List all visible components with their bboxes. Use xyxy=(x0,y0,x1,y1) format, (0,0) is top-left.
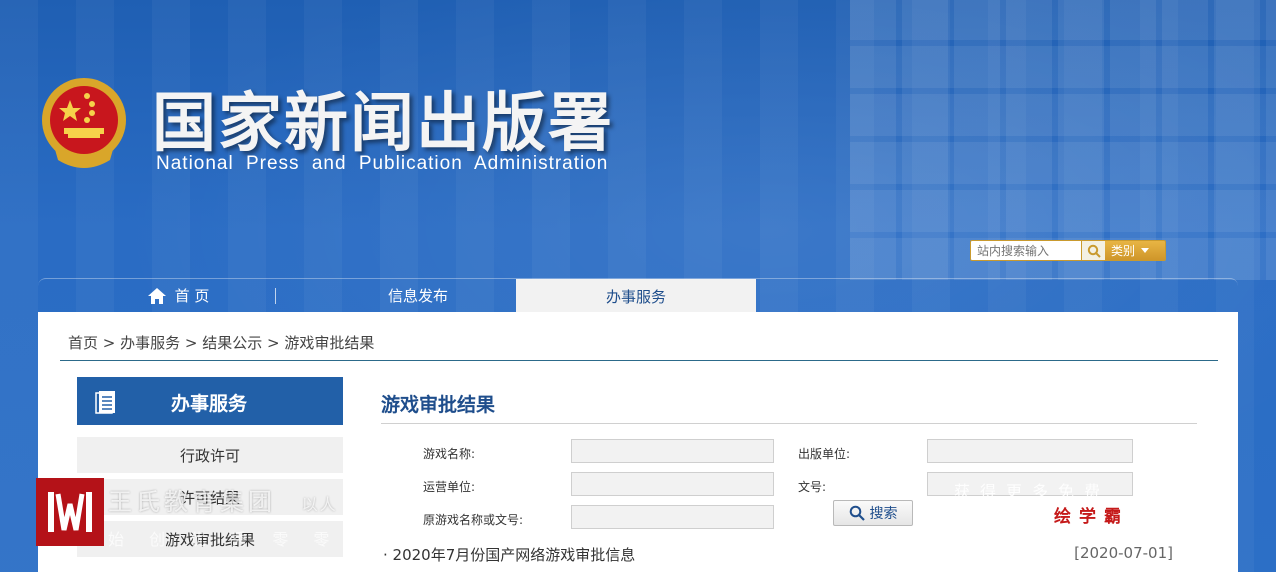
nav-info-label: 信息发布 xyxy=(387,287,448,305)
divider xyxy=(381,423,1197,424)
nav-divider xyxy=(275,288,276,304)
national-emblem-icon xyxy=(42,78,126,168)
sidebar-item-label: 游戏审批结果 xyxy=(164,530,255,549)
content-panel: 首页 > 办事服务 > 结果公示 > 游戏审批结果 办事服务 行政许可 许可结果… xyxy=(38,312,1238,572)
list-item[interactable]: · 2020年7月份国产网络游戏审批信息 [2020-07-01] xyxy=(383,544,1173,565)
result-date: [2020-07-01] xyxy=(1074,544,1173,562)
home-icon xyxy=(147,287,166,304)
header-decoration xyxy=(850,0,1276,280)
orig-name-input[interactable] xyxy=(571,505,774,529)
game-name-input[interactable] xyxy=(571,439,774,463)
operator-label: 运营单位: xyxy=(423,480,476,494)
category-dropdown[interactable]: 类别 xyxy=(1105,241,1165,260)
sidebar-item-license-results[interactable]: 许可结果 xyxy=(77,479,343,515)
publisher-input[interactable] xyxy=(927,439,1133,463)
result-title[interactable]: · 2020年7月份国产网络游戏审批信息 xyxy=(383,544,635,565)
main-nav: 首 页 信息发布 办事服务 xyxy=(38,278,1238,313)
search-icon xyxy=(849,505,865,521)
search-submit-button[interactable]: 搜索 xyxy=(833,500,913,526)
game-name-label: 游戏名称: xyxy=(423,447,476,461)
search-icon xyxy=(1087,244,1101,258)
document-icon xyxy=(95,391,115,414)
nav-service-label: 办事服务 xyxy=(605,287,666,306)
orig-name-label: 原游戏名称或文号: xyxy=(423,513,524,527)
nav-service[interactable]: 办事服务 xyxy=(516,279,756,313)
doc-no-label: 文号: xyxy=(798,480,827,494)
sidebar-item-label: 行政许可 xyxy=(179,446,240,465)
category-label: 类别 xyxy=(1111,244,1136,258)
sidebar-item-label: 许可结果 xyxy=(179,488,240,507)
site-title: 国家新闻出版署 xyxy=(152,87,614,161)
sidebar-heading-label: 办事服务 xyxy=(171,393,248,415)
nav-home[interactable]: 首 页 xyxy=(118,279,238,313)
nav-home-label: 首 页 xyxy=(174,287,210,305)
doc-no-input[interactable] xyxy=(927,472,1133,496)
search-submit-label: 搜索 xyxy=(869,506,898,522)
sidebar-item-admin-license[interactable]: 行政许可 xyxy=(77,437,343,473)
search-button[interactable] xyxy=(1081,241,1105,260)
page-title: 游戏审批结果 xyxy=(381,394,496,416)
site-search-input[interactable] xyxy=(971,241,1081,260)
publisher-label: 出版单位: xyxy=(798,447,851,461)
operator-input[interactable] xyxy=(571,472,774,496)
sidebar-heading: 办事服务 xyxy=(77,377,343,425)
sidebar-item-game-approval[interactable]: 游戏审批结果 xyxy=(77,521,343,557)
breadcrumb: 首页 > 办事服务 > 结果公示 > 游戏审批结果 xyxy=(68,334,375,352)
divider xyxy=(60,360,1218,361)
site-subtitle: National Press and Publication Administr… xyxy=(156,153,609,174)
nav-info[interactable]: 信息发布 xyxy=(338,279,498,313)
site-search: 类别 xyxy=(970,240,1166,261)
caret-down-icon xyxy=(1141,248,1150,253)
